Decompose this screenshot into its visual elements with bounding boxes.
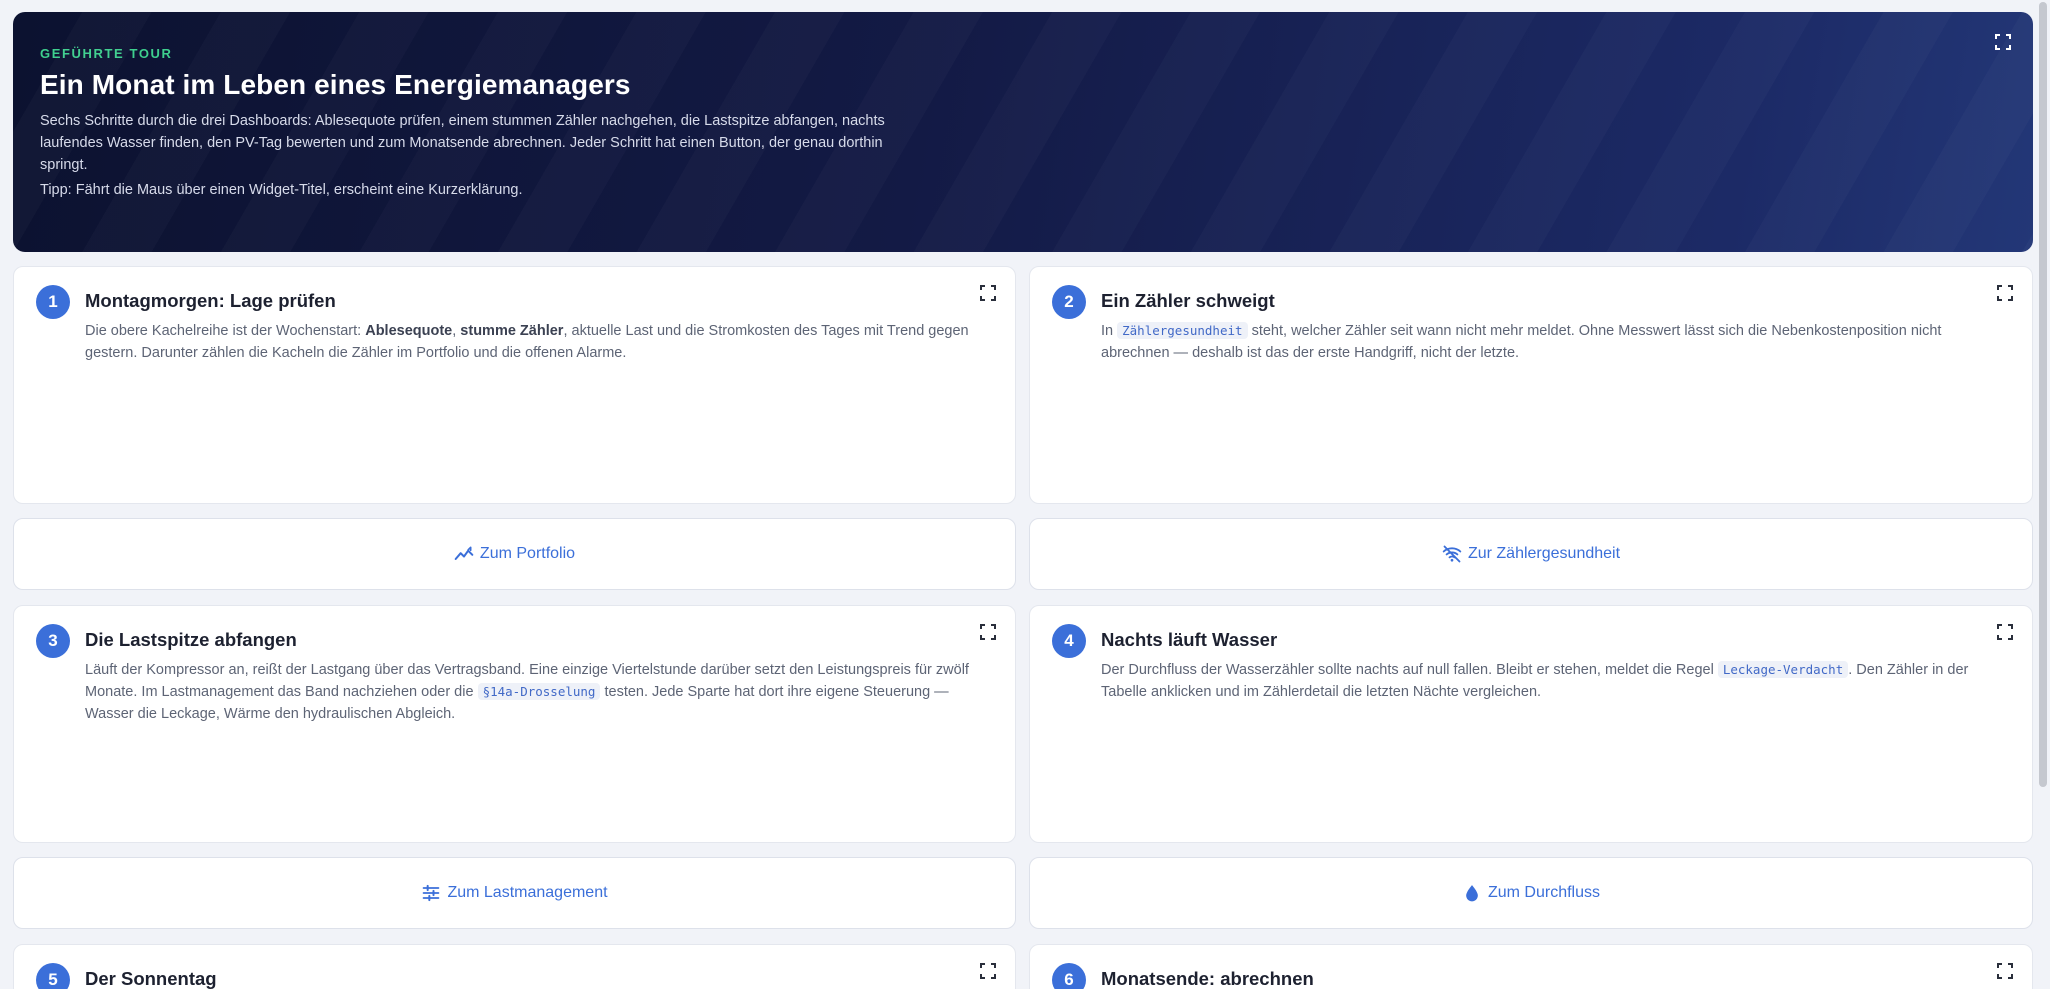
step-card-5: 5 Der Sonnentag	[13, 944, 1016, 989]
portfolio-button[interactable]: Zum Portfolio	[13, 518, 1016, 590]
page-title: Ein Monat im Leben eines Energiemanagers	[40, 69, 631, 100]
button-label: Zum Durchfluss	[1487, 884, 1601, 901]
lastmanagement-button[interactable]: Zum Lastmanagement	[13, 857, 1016, 929]
step-card-6: 6 Monatsende: abrechnen	[1029, 944, 2033, 989]
step-number-badge: 2	[1052, 285, 1086, 319]
step-number-badge: 6	[1052, 963, 1086, 989]
inline-code: §14a-Drosselung	[477, 683, 601, 700]
zaehlergesundheit-button[interactable]: Zur Zählergesundheit	[1029, 518, 2033, 590]
step-title: Der Sonnentag	[85, 968, 217, 989]
step-number-badge: 1	[36, 285, 70, 319]
button-label: Zum Portfolio	[479, 545, 576, 562]
step-description: Die obere Kachelreihe ist der Wochenstar…	[85, 323, 969, 361]
step-number-badge: 5	[36, 963, 70, 989]
step-description: In Zählergesundheit steht, welcher Zähle…	[1101, 322, 1942, 361]
button-label: Zur Zählergesundheit	[1467, 545, 1621, 562]
step-title: Nachts läuft Wasser	[1101, 629, 1278, 650]
hero-description: Sechs Schritte durch die drei Dashboards…	[40, 113, 885, 173]
tour-hero: GEFÜHRTE TOUR Ein Monat im Leben eines E…	[13, 12, 2033, 252]
step-card-3: 3 Die Lastspitze abfangen Läuft der Komp…	[13, 605, 1016, 843]
fullscreen-icon[interactable]	[1997, 624, 2013, 640]
step-card-4: 4 Nachts läuft Wasser Der Durchfluss der…	[1029, 605, 2033, 843]
fullscreen-icon[interactable]	[1997, 285, 2013, 301]
step-title: Ein Zähler schweigt	[1101, 290, 1275, 311]
hero-tip: Tipp: Fährt die Maus über einen Widget-T…	[40, 182, 523, 198]
step-number-badge: 3	[36, 624, 70, 658]
fullscreen-icon[interactable]	[1995, 34, 2011, 50]
fullscreen-icon[interactable]	[980, 963, 996, 979]
step-title: Montagmorgen: Lage prüfen	[85, 290, 336, 311]
wifi-off-icon	[1442, 545, 1462, 563]
step-description: Der Durchfluss der Wasserzähler sollte n…	[1101, 661, 1969, 700]
step-card-2: 2 Ein Zähler schweigt In Zählergesundhei…	[1029, 266, 2033, 504]
button-label: Zum Lastmanagement	[447, 884, 608, 901]
step-title: Monatsende: abrechnen	[1101, 968, 1314, 989]
step-card-1: 1 Montagmorgen: Lage prüfen Die obere Ka…	[13, 266, 1016, 504]
trending-icon	[454, 546, 474, 560]
inline-code: Leckage-Verdacht	[1717, 661, 1849, 678]
hero-eyebrow: GEFÜHRTE TOUR	[40, 46, 173, 61]
step-number-badge: 4	[1052, 624, 1086, 658]
sliders-icon	[423, 884, 440, 902]
fullscreen-icon[interactable]	[980, 624, 996, 640]
fullscreen-icon[interactable]	[980, 285, 996, 301]
step-description: Läuft der Kompressor an, reißt der Lastg…	[85, 662, 969, 722]
fullscreen-icon[interactable]	[1997, 963, 2013, 979]
durchfluss-button[interactable]: Zum Durchfluss	[1029, 857, 2033, 929]
inline-code: Zählergesundheit	[1117, 322, 1248, 339]
step-title: Die Lastspitze abfangen	[85, 629, 297, 650]
page-scrollbar[interactable]	[2036, 0, 2050, 989]
water-drop-icon	[1466, 885, 1478, 902]
scrollbar-thumb[interactable]	[2039, 2, 2047, 787]
